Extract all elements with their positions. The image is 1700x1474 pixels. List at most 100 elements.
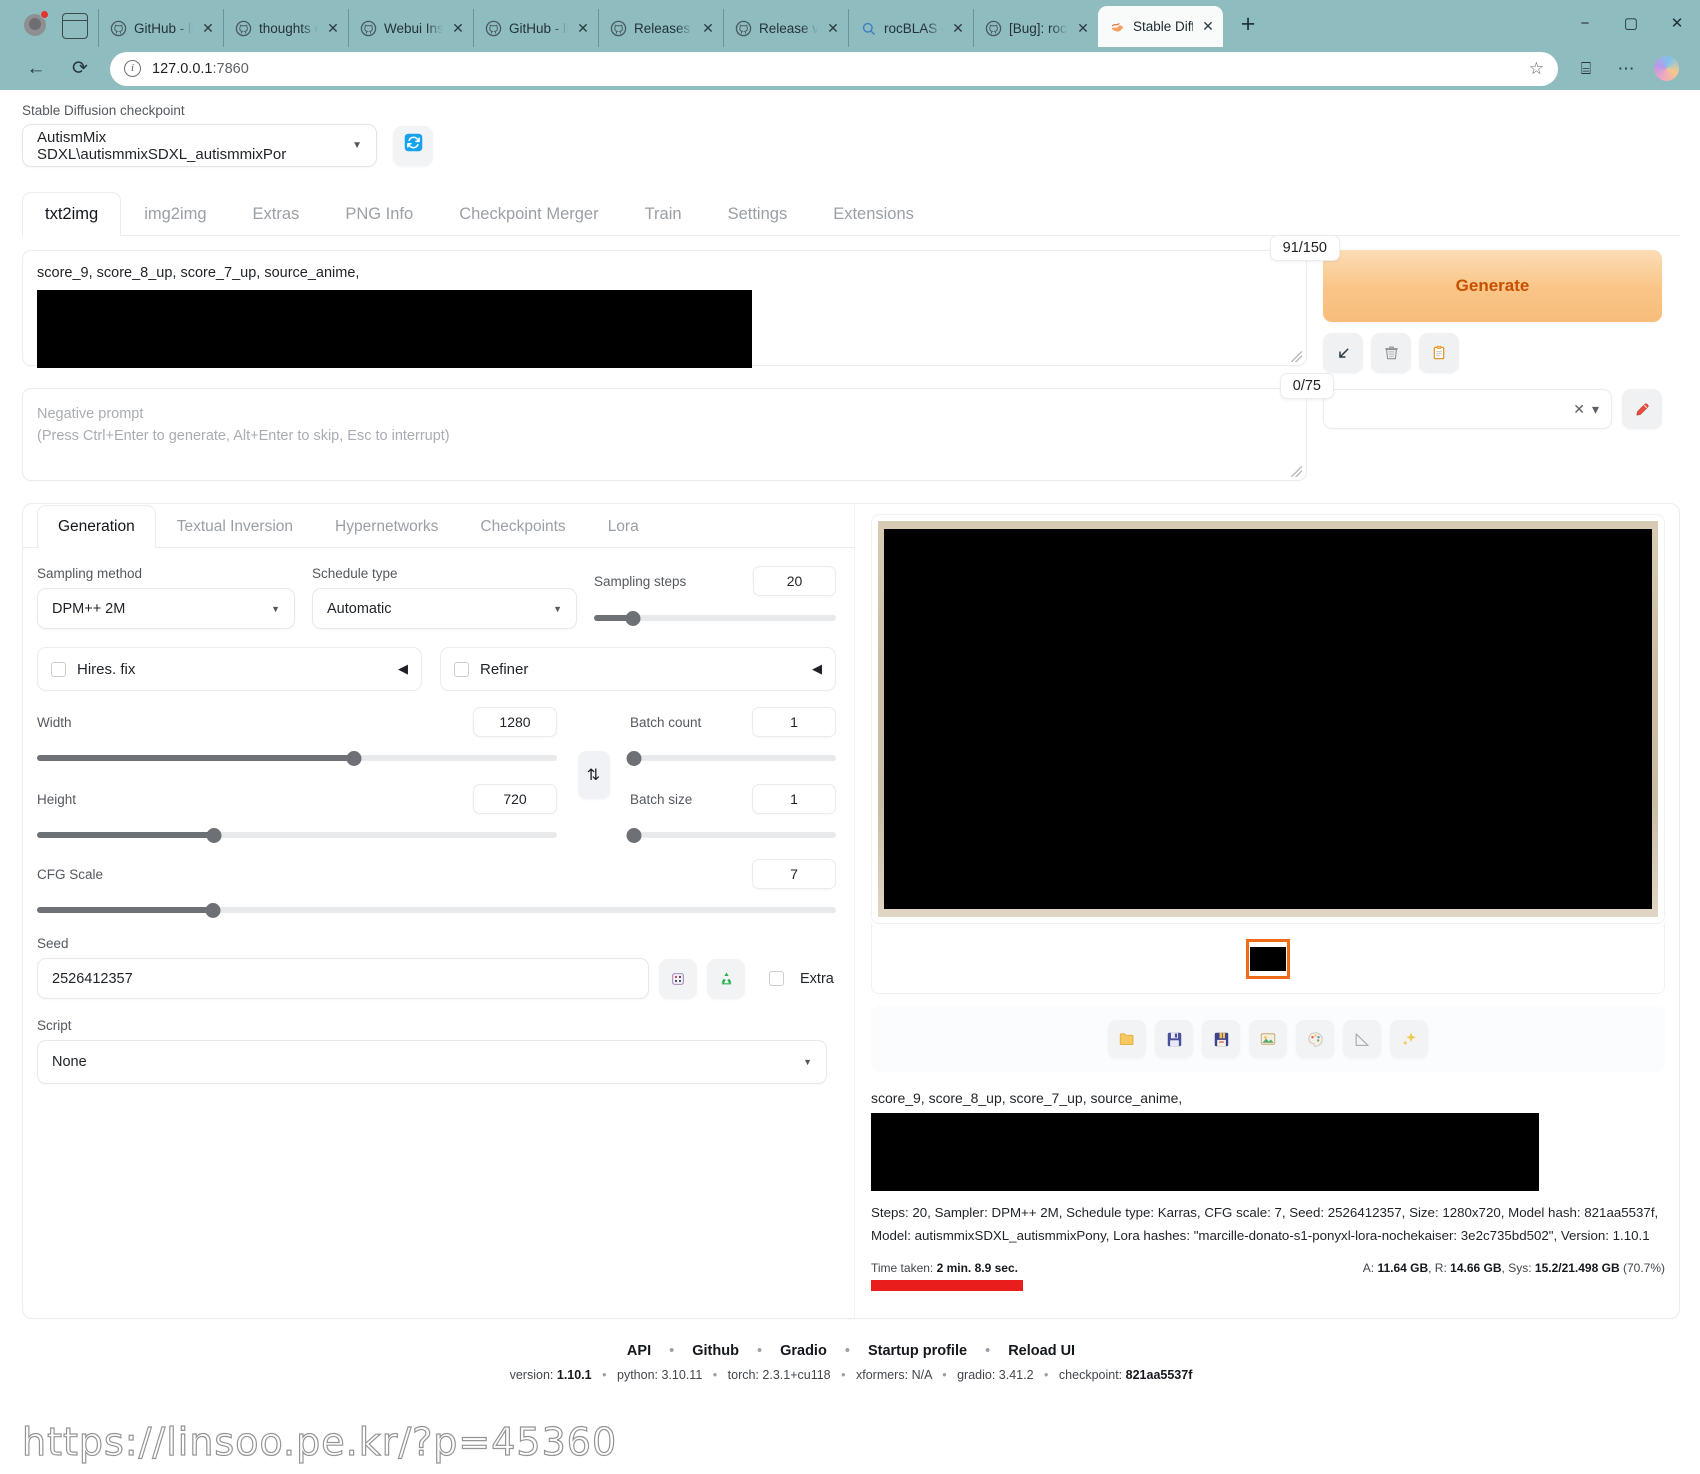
checkpoint-select[interactable]: AutismMix SDXL\autismmixSDXL_autismmixPo… — [22, 124, 377, 167]
gallery-thumbnail-0[interactable] — [1246, 938, 1290, 979]
paste-button[interactable] — [1419, 333, 1459, 373]
minimize-icon[interactable]: − — [1562, 0, 1608, 46]
subtab-generation[interactable]: Generation — [37, 505, 156, 548]
footer-link-startup-profile[interactable]: Startup profile — [868, 1343, 967, 1359]
result-image-frame[interactable] — [871, 514, 1665, 924]
browser-tab-0[interactable]: GitHub - lshqqy ✕ — [98, 9, 223, 47]
tab-actions-icon[interactable] — [62, 13, 88, 39]
browser-settings-icon[interactable]: ⋯ — [1606, 52, 1646, 86]
send-to-inpaint-icon[interactable] — [1296, 1020, 1334, 1058]
tab-close-icon[interactable]: ✕ — [1075, 20, 1091, 37]
new-tab-button[interactable]: + — [1231, 9, 1265, 43]
batch-count-value[interactable]: 1 — [752, 707, 836, 737]
cfg-scale-value[interactable]: 7 — [752, 859, 836, 889]
subtab-checkpoints[interactable]: Checkpoints — [459, 505, 586, 548]
open-folder-icon[interactable] — [1108, 1020, 1146, 1058]
subtab-lora[interactable]: Lora — [587, 505, 660, 548]
close-window-icon[interactable]: ✕ — [1654, 0, 1700, 46]
upscale-icon[interactable] — [1390, 1020, 1428, 1058]
footer-link-reload-ui[interactable]: Reload UI — [1008, 1343, 1075, 1359]
height-value[interactable]: 720 — [473, 784, 557, 814]
browser-tab-2[interactable]: Webui Installati ✕ — [348, 9, 473, 47]
tab-checkpoint-merger[interactable]: Checkpoint Merger — [436, 192, 621, 236]
script-label: Script — [37, 1018, 72, 1033]
tab-close-icon[interactable]: ✕ — [825, 20, 841, 37]
tab-close-icon[interactable]: ✕ — [325, 20, 341, 37]
browser-tab-7[interactable]: [Bug]: rocBLAS ✕ — [973, 9, 1098, 47]
refresh-checkpoints-button[interactable] — [393, 125, 433, 166]
tab-train[interactable]: Train — [622, 192, 705, 236]
resize-handle[interactable] — [1291, 351, 1302, 362]
hires-fix-checkbox[interactable] — [51, 661, 66, 677]
refiner-checkbox[interactable] — [454, 661, 469, 677]
width-value[interactable]: 1280 — [473, 707, 557, 737]
skip-button[interactable] — [1371, 333, 1411, 373]
height-slider[interactable] — [37, 827, 557, 843]
sampling-steps-value[interactable]: 20 — [753, 566, 836, 596]
tab-extensions[interactable]: Extensions — [810, 192, 937, 236]
batch-count-slider[interactable] — [626, 750, 836, 766]
hires-fix-accordion[interactable]: Hires. fix ◀ — [37, 647, 422, 691]
favorites-icon[interactable]: ⌸ — [1566, 52, 1606, 86]
negative-prompt-input[interactable]: Negative prompt (Press Ctrl+Enter to gen… — [22, 373, 1334, 481]
footer-link-github[interactable]: Github — [692, 1343, 739, 1359]
prompt-input[interactable]: score_9, score_8_up, score_7_up, source_… — [22, 235, 1340, 368]
save-zip-icon[interactable] — [1202, 1020, 1240, 1058]
collapse-arrow-icon[interactable]: ◀ — [812, 661, 822, 677]
subtab-textual-inversion[interactable]: Textual Inversion — [156, 505, 314, 548]
reload-icon[interactable]: ⟳ — [58, 52, 102, 86]
tab-close-icon[interactable]: ✕ — [700, 20, 716, 37]
batch-size-value[interactable]: 1 — [752, 784, 836, 814]
browser-tab-8[interactable]: Stable Diffusion ✕ — [1098, 6, 1223, 47]
footer-link-api[interactable]: API — [627, 1343, 651, 1359]
tab-close-icon[interactable]: ✕ — [200, 20, 216, 37]
tab-close-icon[interactable]: ✕ — [950, 20, 966, 37]
sampling-method-select[interactable]: DPM++ 2M ▼ — [37, 588, 295, 629]
subtab-hypernetworks[interactable]: Hypernetworks — [314, 505, 459, 548]
browser-tab-6[interactable]: rocBLAS error: ✕ — [848, 9, 973, 47]
browser-tab-1[interactable]: thoughts on zlu ✕ — [223, 9, 348, 47]
sampling-steps-slider[interactable] — [594, 610, 836, 626]
tab-close-icon[interactable]: ✕ — [450, 20, 466, 37]
tab-close-icon[interactable]: ✕ — [1200, 18, 1216, 35]
batch-size-slider[interactable] — [626, 827, 836, 843]
send-to-extras-icon[interactable] — [1343, 1020, 1381, 1058]
styles-clear-icon[interactable]: ✕ — [1573, 401, 1585, 418]
tab-close-icon[interactable]: ✕ — [575, 20, 591, 37]
reuse-seed-button[interactable] — [707, 958, 745, 999]
collapse-arrow-icon[interactable]: ◀ — [398, 661, 408, 677]
tab-settings[interactable]: Settings — [705, 192, 811, 236]
site-info-icon[interactable]: i — [124, 60, 141, 77]
edit-styles-button[interactable] — [1622, 389, 1662, 429]
browser-tab-4[interactable]: Releases · lshqq ✕ — [598, 9, 723, 47]
tab-extras[interactable]: Extras — [230, 192, 323, 236]
random-seed-button[interactable] — [659, 958, 697, 999]
tab-img2img[interactable]: img2img — [121, 192, 229, 236]
cfg-scale-slider[interactable] — [37, 902, 836, 918]
interrupt-button[interactable] — [1323, 333, 1363, 373]
script-select[interactable]: None ▼ — [37, 1040, 827, 1084]
bookmark-star-icon[interactable]: ☆ — [1529, 59, 1544, 79]
back-icon[interactable]: ← — [14, 52, 58, 86]
copilot-icon[interactable] — [1646, 52, 1686, 86]
maximize-icon[interactable]: ▢ — [1608, 0, 1654, 46]
extra-seed-checkbox[interactable] — [769, 971, 784, 986]
schedule-type-select[interactable]: Automatic ▼ — [312, 588, 577, 629]
browser-tab-5[interactable]: Release v0.6.1.2 ✕ — [723, 9, 848, 47]
refiner-accordion[interactable]: Refiner ◀ — [440, 647, 836, 691]
resize-handle[interactable] — [1291, 466, 1302, 477]
result-gallery[interactable] — [871, 924, 1665, 994]
styles-select[interactable]: ✕ ▾ — [1323, 389, 1612, 429]
tab-png-info[interactable]: PNG Info — [322, 192, 436, 236]
swap-dimensions-button[interactable]: ⇅ — [577, 751, 610, 799]
send-to-img2img-icon[interactable] — [1249, 1020, 1287, 1058]
tab-txt2img[interactable]: txt2img — [22, 192, 122, 236]
browser-tab-3[interactable]: GitHub - likelov ✕ — [473, 9, 598, 47]
seed-input[interactable]: 2526412357 — [37, 958, 649, 999]
address-bar[interactable]: i 127.0.0.1:7860 ☆ — [110, 51, 1558, 86]
footer-link-gradio[interactable]: Gradio — [780, 1343, 827, 1359]
save-icon[interactable] — [1155, 1020, 1193, 1058]
profile-button[interactable] — [18, 8, 52, 42]
width-slider[interactable] — [37, 750, 557, 766]
generate-button[interactable]: Generate — [1323, 250, 1662, 322]
